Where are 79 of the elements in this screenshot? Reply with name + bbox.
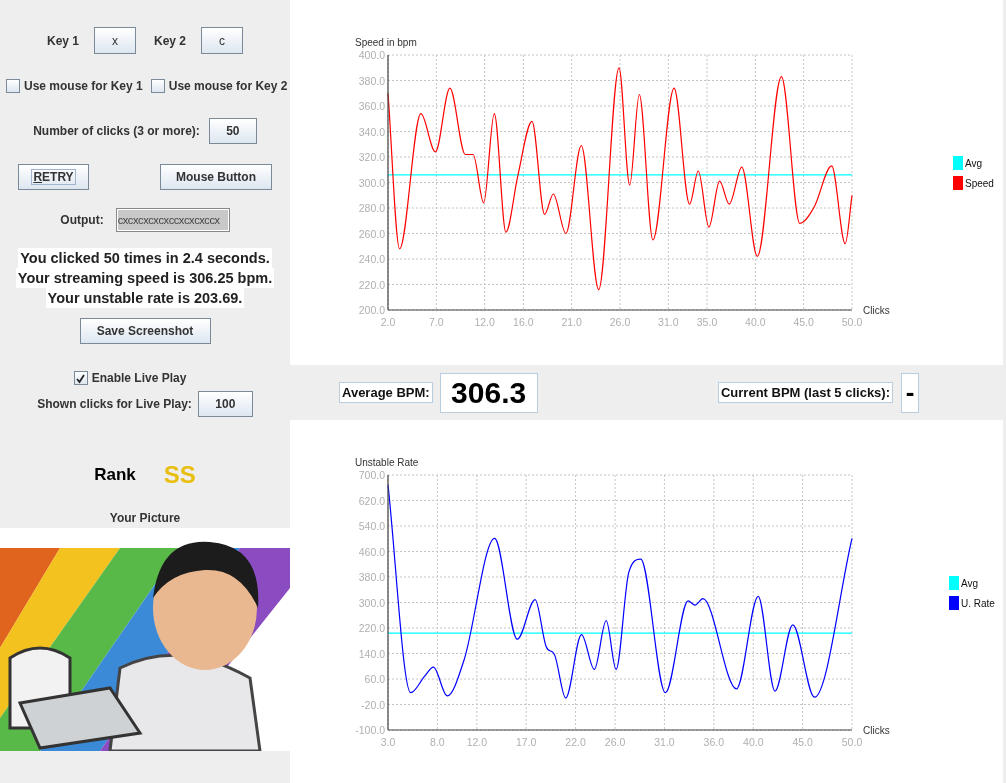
- tick-label: 12.0: [474, 316, 495, 328]
- shown-clicks-label: Shown clicks for Live Play:: [37, 397, 192, 411]
- tick-label: 50.0: [841, 316, 863, 328]
- x-axis-title: Clicks: [863, 725, 890, 736]
- tick-label: 31.0: [654, 736, 675, 748]
- picture-caption: Your Picture: [109, 511, 181, 525]
- tick-label: 340.0: [358, 125, 385, 138]
- tick-label: 320.0: [358, 151, 385, 163]
- shown-clicks-field[interactable]: 100: [197, 391, 253, 417]
- result-text: Your streaming speed is 306.25 bpm.: [15, 268, 275, 288]
- tick-label: 620.0: [358, 494, 385, 507]
- key-button[interactable]: x: [94, 27, 136, 54]
- output-field: cxcxcxcxcxccxcxcxccx: [115, 208, 230, 232]
- legend-label: Speed: [965, 178, 994, 189]
- x-axis-title: Clicks: [863, 305, 890, 316]
- tick-label: 21.0: [561, 316, 582, 328]
- result-text: You clicked 50 times in 2.4 seconds.: [18, 248, 272, 268]
- tick-label: 240.0: [358, 253, 385, 265]
- tick-label: -20.0: [361, 698, 385, 711]
- current-bpm-value: -: [901, 372, 919, 413]
- tick-label: 16.0: [513, 316, 534, 328]
- tick-label: 22.0: [565, 736, 586, 748]
- current-bpm-label: Current BPM (last 5 clicks):: [717, 382, 893, 403]
- tick-label: 540.0: [358, 520, 385, 532]
- tick-label: 2.0: [380, 316, 396, 328]
- result-text: Your unstable rate is 203.69.: [45, 288, 245, 308]
- tick-label: 26.0: [604, 736, 626, 748]
- clicks-label: Number of clicks (3 or more):: [33, 124, 200, 138]
- tick-label: 8.0: [430, 736, 445, 748]
- average-bpm-value: 306.3: [439, 372, 538, 413]
- tick-label: 3.0: [380, 736, 396, 748]
- tick-label: 17.0: [516, 736, 537, 748]
- tick-label: 45.0: [792, 736, 813, 748]
- tick-label: 40.0: [745, 316, 766, 328]
- tick-label: 12.0: [466, 736, 488, 748]
- y-axis-title: Speed in bpm: [355, 37, 417, 48]
- mouse-checkbox[interactable]: Use mouse for Key 1: [6, 79, 143, 93]
- key-label: Key 1: [46, 33, 79, 48]
- tick-label: -100.0: [355, 724, 385, 736]
- checkmark-icon: [75, 372, 87, 384]
- tick-label: 50.0: [841, 736, 863, 748]
- tick-label: 36.0: [703, 736, 724, 748]
- key-button[interactable]: c: [201, 27, 244, 54]
- tick-label: 300.0: [358, 176, 385, 189]
- tick-label: 45.0: [793, 316, 814, 328]
- mouse-checkbox[interactable]: Use mouse for Key 2: [150, 79, 288, 93]
- rank-value: SS: [163, 461, 196, 489]
- tick-label: 280.0: [358, 202, 385, 214]
- live-play-checkbox[interactable]: Enable Live Play: [73, 371, 187, 385]
- tick-label: 460.0: [358, 545, 385, 558]
- tick-label: 35.0: [696, 316, 718, 328]
- tick-label: 380.0: [358, 571, 385, 583]
- average-bpm-label: Average BPM:: [339, 382, 433, 403]
- tick-label: 260.0: [358, 227, 385, 240]
- legend-label: Avg: [965, 158, 983, 169]
- tick-label: 60.0: [364, 673, 385, 685]
- tick-label: 200.0: [358, 304, 385, 316]
- key-label: Key 2: [154, 33, 187, 48]
- tick-label: 40.0: [743, 736, 764, 748]
- tick-label: 220.0: [358, 622, 385, 634]
- tick-label: 220.0: [358, 278, 385, 291]
- tick-label: 7.0: [429, 316, 444, 328]
- output-label: Output:: [60, 213, 104, 227]
- rank-label: Rank: [94, 465, 136, 485]
- tick-label: 380.0: [358, 74, 385, 87]
- tick-label: 400.0: [358, 49, 385, 61]
- y-axis-title: Unstable Rate: [355, 457, 419, 468]
- save-screenshot-button[interactable]: Save Screenshot: [79, 318, 211, 344]
- tick-label: 300.0: [358, 596, 385, 609]
- retry-button[interactable]: RETRY: [18, 164, 89, 190]
- legend-label: U. Rate: [961, 598, 995, 609]
- clicks-field[interactable]: 50: [208, 118, 257, 144]
- tick-label: 31.0: [658, 316, 679, 328]
- mouse-button[interactable]: Mouse Button: [160, 164, 272, 190]
- tick-label: 700.0: [358, 469, 385, 481]
- tick-label: 360.0: [358, 100, 385, 112]
- tick-label: 26.0: [609, 316, 631, 328]
- legend-label: Avg: [961, 578, 979, 589]
- tick-label: 140.0: [358, 647, 385, 660]
